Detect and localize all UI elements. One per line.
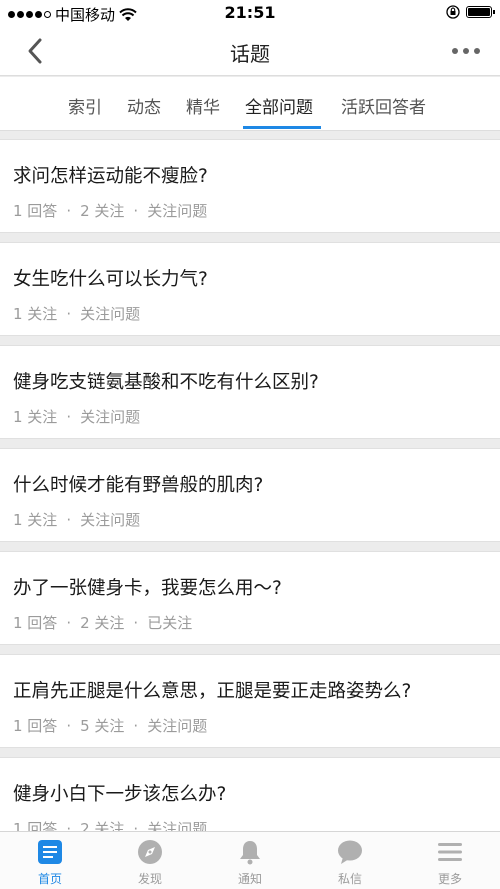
tab-active-answerers[interactable]: 活跃回答者 bbox=[341, 93, 426, 118]
answer-count: 1 回答 bbox=[13, 717, 58, 735]
list-item[interactable]: 正肩先正腿是什么意思，正腿是要正走路姿势么? 1 回答 · 5 关注 · 关注问… bbox=[0, 654, 500, 748]
question-title[interactable]: 求问怎样运动能不瘦脸? bbox=[13, 162, 208, 188]
follow-question-link[interactable]: 关注问题 bbox=[147, 200, 207, 221]
navigation-bar: 话题 bbox=[0, 26, 500, 76]
meta-separator: · bbox=[66, 407, 72, 426]
list-item[interactable]: 女生吃什么可以长力气? 1 关注 · 关注问题 bbox=[0, 242, 500, 336]
follower-count: 1 关注 bbox=[13, 305, 58, 323]
question-meta: 1 关注 · 关注问题 bbox=[13, 509, 140, 530]
tab-index[interactable]: 索引 bbox=[68, 93, 102, 118]
question-title[interactable]: 健身吃支链氨基酸和不吃有什么区别? bbox=[13, 368, 319, 394]
meta-separator: · bbox=[66, 304, 72, 323]
battery-icon bbox=[466, 6, 495, 18]
chat-bubble-icon bbox=[338, 840, 362, 864]
question-meta: 1 关注 · 关注问题 bbox=[13, 406, 140, 427]
tabbar-messages[interactable]: 私信 bbox=[320, 838, 380, 887]
meta-separator: · bbox=[66, 716, 72, 735]
follower-count: 1 关注 bbox=[13, 511, 58, 529]
question-title[interactable]: 女生吃什么可以长力气? bbox=[13, 265, 208, 291]
tabbar-label: 通知 bbox=[237, 872, 262, 886]
tabbar-notifications[interactable]: 通知 bbox=[220, 838, 280, 887]
answer-count: 1 回答 bbox=[13, 614, 58, 632]
follow-question-link[interactable]: 关注问题 bbox=[80, 406, 140, 427]
meta-separator: · bbox=[66, 201, 72, 220]
question-meta: 1 回答 · 5 关注 · 关注问题 bbox=[13, 715, 207, 736]
status-right bbox=[446, 5, 495, 19]
question-meta: 1 关注 · 关注问题 bbox=[13, 303, 140, 324]
tabbar-label: 私信 bbox=[337, 872, 362, 886]
question-meta: 1 回答 · 2 关注 · 关注问题 bbox=[13, 200, 207, 221]
follower-count: 5 关注 bbox=[80, 717, 125, 735]
list-item[interactable]: 办了一张健身卡，我要怎么用～? 1 回答 · 2 关注 · 已关注 bbox=[0, 551, 500, 645]
question-title[interactable]: 什么时候才能有野兽般的肌肉? bbox=[13, 471, 263, 497]
answer-count: 1 回答 bbox=[13, 202, 58, 220]
tab-all-questions[interactable]: 全部问题 bbox=[245, 93, 313, 118]
meta-separator: · bbox=[66, 613, 72, 632]
meta-separator: · bbox=[133, 716, 139, 735]
status-time: 21:51 bbox=[224, 3, 276, 22]
tabbar-more[interactable]: 更多 bbox=[420, 838, 480, 887]
follow-question-link[interactable]: 关注问题 bbox=[147, 715, 207, 736]
question-title[interactable]: 办了一张健身卡，我要怎么用～? bbox=[13, 574, 282, 600]
followed-status[interactable]: 已关注 bbox=[147, 612, 192, 633]
list-item[interactable]: 什么时候才能有野兽般的肌肉? 1 关注 · 关注问题 bbox=[0, 448, 500, 542]
tab-activity[interactable]: 动态 bbox=[127, 93, 161, 118]
list-item[interactable]: 求问怎样运动能不瘦脸? 1 回答 · 2 关注 · 关注问题 bbox=[0, 139, 500, 233]
tabbar-discover[interactable]: 发现 bbox=[120, 838, 180, 887]
menu-lines-icon bbox=[438, 843, 462, 861]
follow-question-link[interactable]: 关注问题 bbox=[80, 509, 140, 530]
rotation-lock-icon bbox=[446, 5, 460, 19]
bottom-tab-bar: 首页 发现 通知 私信 更多 bbox=[0, 831, 500, 889]
tabbar-label: 首页 bbox=[37, 872, 62, 886]
question-title[interactable]: 正肩先正腿是什么意思，正腿是要正走路姿势么? bbox=[13, 677, 411, 703]
tabbar-label: 发现 bbox=[137, 872, 162, 886]
bell-icon bbox=[240, 841, 260, 865]
topic-tabs: 索引 动态 精华 全部问题 活跃回答者 bbox=[0, 77, 500, 131]
meta-separator: · bbox=[133, 613, 139, 632]
tabbar-label: 更多 bbox=[437, 872, 462, 886]
home-list-icon bbox=[38, 840, 62, 864]
meta-separator: · bbox=[66, 510, 72, 529]
meta-separator: · bbox=[133, 201, 139, 220]
question-title[interactable]: 健身小白下一步该怎么办? bbox=[13, 780, 226, 806]
tab-featured[interactable]: 精华 bbox=[186, 93, 220, 118]
list-item[interactable]: 健身吃支链氨基酸和不吃有什么区别? 1 关注 · 关注问题 bbox=[0, 345, 500, 439]
follow-question-link[interactable]: 关注问题 bbox=[80, 303, 140, 324]
tabbar-home[interactable]: 首页 bbox=[20, 838, 80, 887]
active-tab-indicator bbox=[243, 126, 321, 129]
question-meta: 1 回答 · 2 关注 · 已关注 bbox=[13, 612, 192, 633]
follower-count: 2 关注 bbox=[80, 614, 125, 632]
more-options-icon[interactable] bbox=[452, 48, 480, 54]
status-bar: 中国移动 21:51 bbox=[0, 0, 500, 26]
compass-icon bbox=[138, 840, 162, 864]
follower-count: 1 关注 bbox=[13, 408, 58, 426]
page-title: 话题 bbox=[230, 42, 270, 66]
follower-count: 2 关注 bbox=[80, 202, 125, 220]
